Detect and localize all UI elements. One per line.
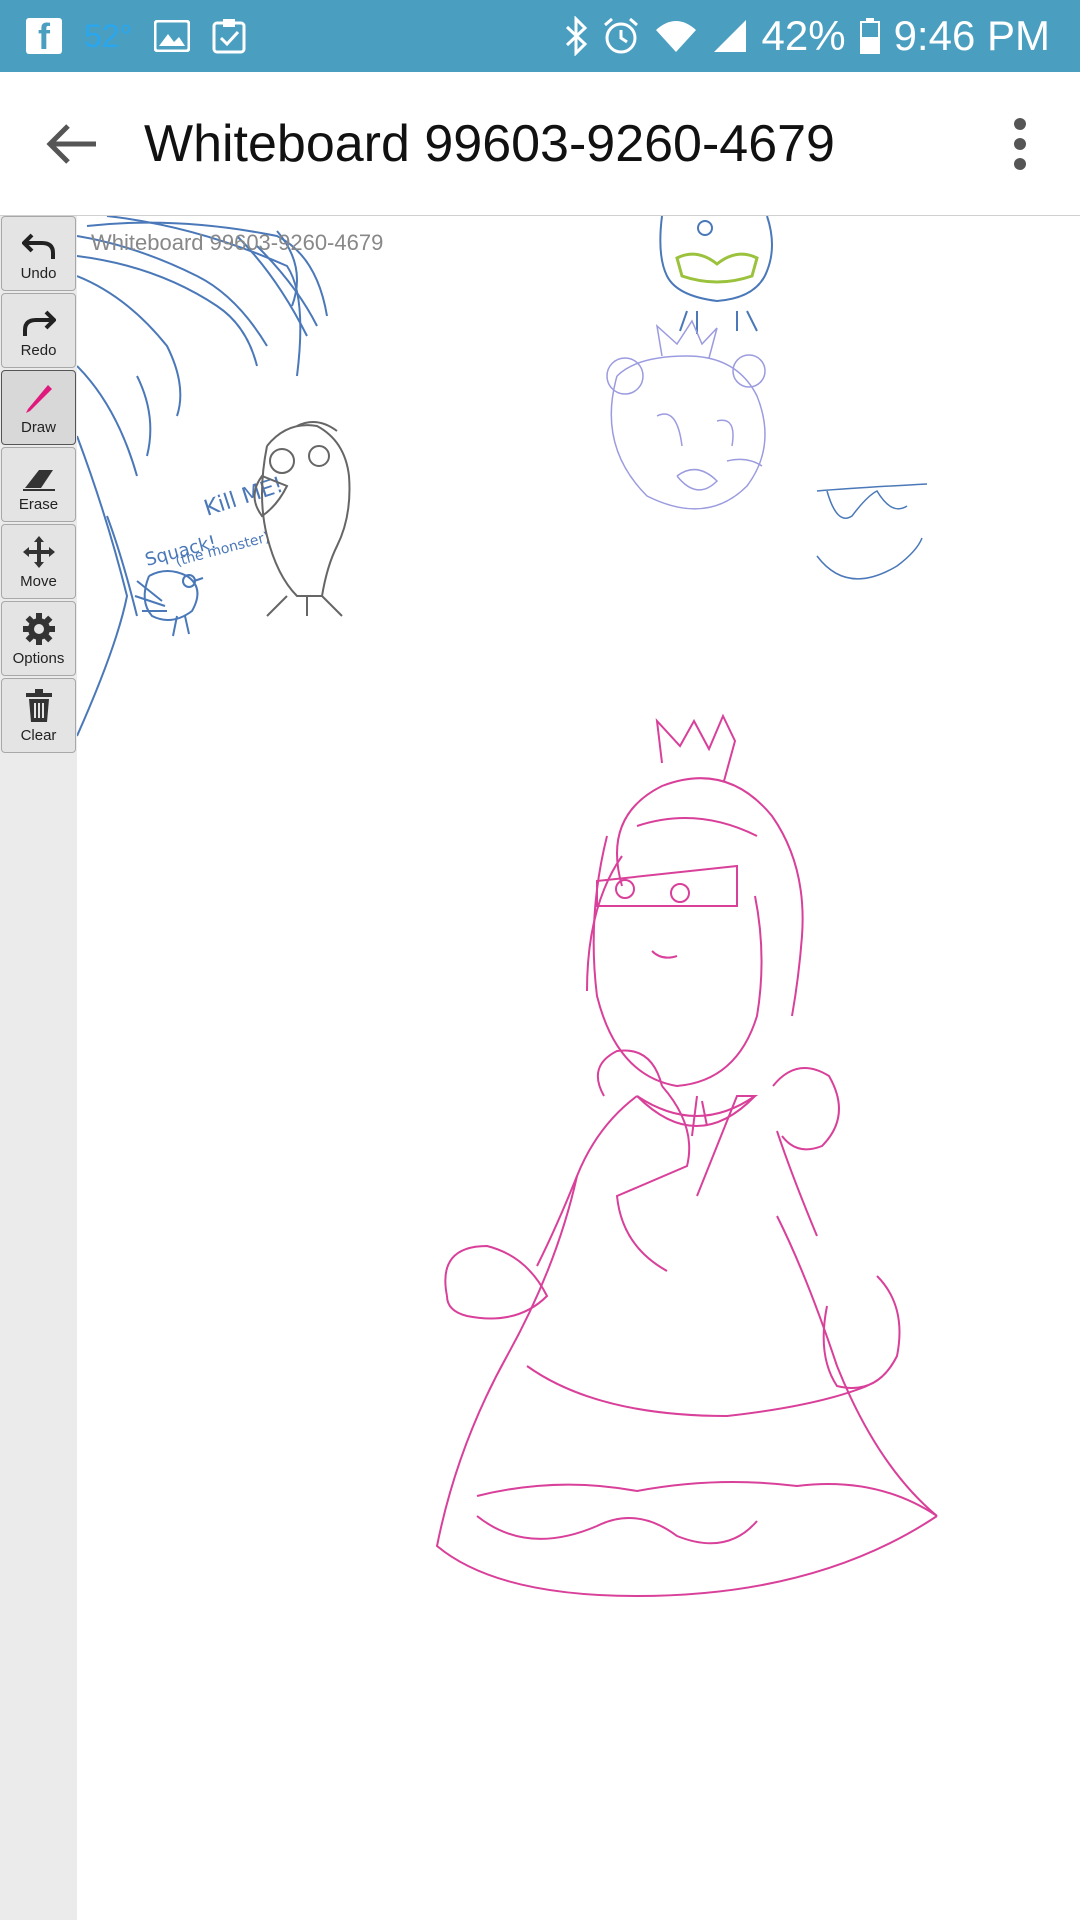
signal-icon — [713, 20, 746, 52]
facebook-icon: f — [26, 18, 62, 56]
sketch-text-the-monster: (the monster) — [174, 529, 271, 569]
erase-label: Erase — [18, 496, 59, 513]
clear-label: Clear — [20, 727, 57, 744]
wifi-icon — [655, 21, 696, 52]
alarm-icon — [603, 17, 638, 54]
drawing-layer: Kill ME! Squack! (the monster) — [77, 216, 938, 1598]
move-icon — [22, 536, 55, 568]
status-bar: f 52° 42% 9:46 PM — [0, 0, 1080, 72]
undo-label: Undo — [20, 265, 57, 282]
options-label: Options — [12, 650, 65, 667]
eraser-icon — [22, 470, 55, 491]
clipboard-check-icon — [212, 19, 246, 54]
undo-button[interactable]: Undo — [1, 216, 76, 291]
pink-princess-sketch — [435, 713, 938, 1598]
tool-sidebar: Undo Redo Draw Erase Move Options Clear — [0, 216, 77, 1920]
pencil-icon — [25, 385, 52, 413]
erase-button[interactable]: Erase — [1, 447, 76, 522]
more-vert-icon — [1014, 117, 1026, 170]
battery-percentage: 42% — [761, 12, 846, 59]
back-button[interactable] — [0, 72, 144, 216]
options-button[interactable]: Options — [1, 601, 76, 676]
blue-owl-sketch — [659, 216, 773, 334]
redo-button[interactable]: Redo — [1, 293, 76, 368]
whiteboard-canvas[interactable]: Kill ME! Squack! (the monster) Whiteboar… — [77, 216, 1080, 1920]
redo-icon — [22, 310, 56, 336]
green-mask-sketch — [675, 252, 759, 284]
move-label: Move — [20, 573, 57, 590]
gallery-icon — [154, 20, 191, 52]
clock: 9:46 PM — [893, 12, 1050, 59]
board-label: Whiteboard 99603-9260-4679 — [91, 230, 384, 255]
lavender-bear-sketch — [606, 319, 766, 510]
move-button[interactable]: Move — [1, 524, 76, 599]
draw-label: Draw — [20, 419, 56, 436]
battery-icon — [859, 18, 880, 54]
arrow-left-icon — [46, 123, 96, 164]
undo-icon — [21, 233, 55, 259]
blue-scribble-sketch — [77, 216, 328, 737]
redo-label: Redo — [20, 342, 57, 359]
draw-button[interactable]: Draw — [1, 370, 76, 445]
overflow-menu-button[interactable] — [960, 72, 1080, 216]
gear-icon — [22, 613, 55, 645]
blue-smile-sketch — [816, 483, 928, 580]
trash-icon — [25, 689, 52, 722]
clear-button[interactable]: Clear — [1, 678, 76, 753]
squack-bird-sketch — [134, 570, 204, 637]
page-title: Whiteboard 99603-9260-4679 — [144, 114, 835, 173]
weather-temperature: 52° — [84, 17, 133, 54]
bluetooth-icon — [565, 16, 587, 56]
app-bar: Whiteboard 99603-9260-4679 — [0, 72, 1080, 216]
gray-penguin-sketch — [253, 421, 351, 617]
